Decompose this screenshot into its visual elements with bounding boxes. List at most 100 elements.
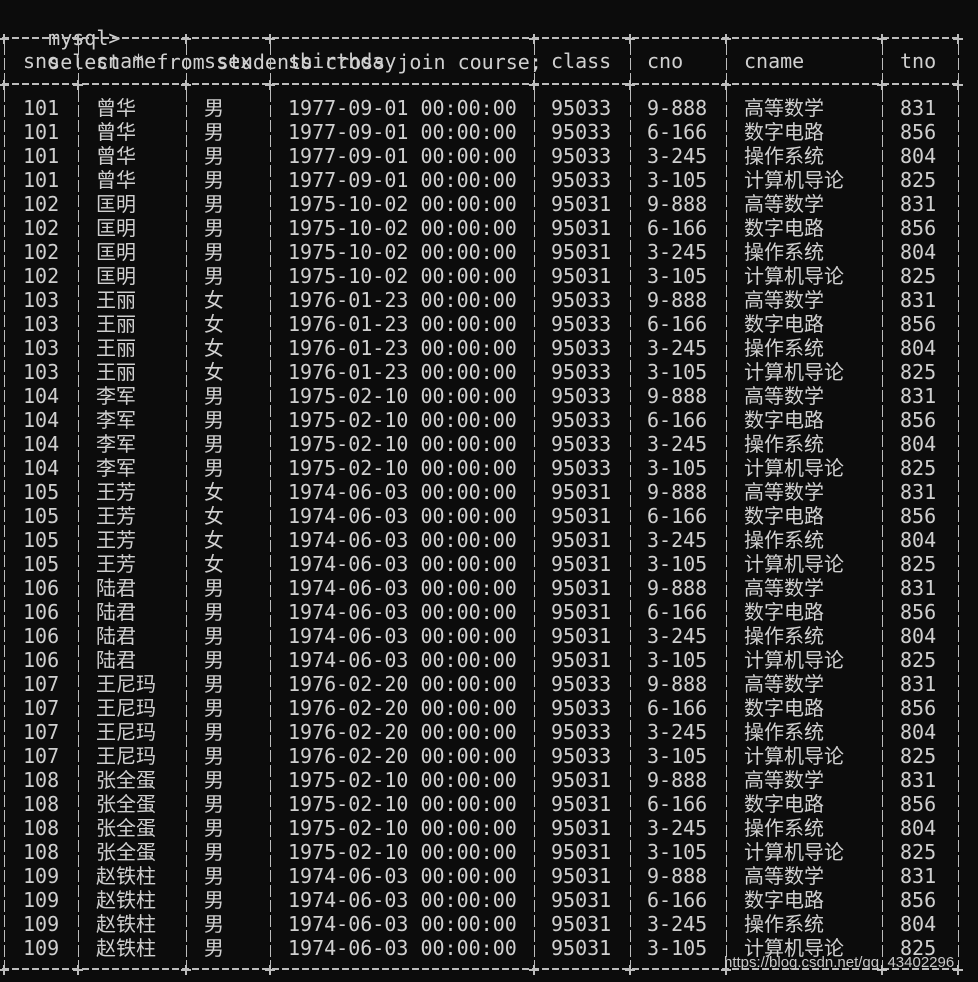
table-cell-cname: 数字电路 [744, 792, 824, 816]
table-cell-sname: 赵铁柱 [96, 888, 156, 912]
table-cell-tno: 804 [900, 432, 937, 456]
table-cell-class: 95033 [551, 408, 612, 432]
table-cell-class: 95031 [551, 240, 612, 264]
table-header-border [2, 83, 958, 85]
table-cell-cno: 3-245 [647, 912, 708, 936]
table-column-border [270, 43, 271, 80]
table-cell-sname: 匡明 [96, 192, 136, 216]
table-cell-sbirthday: 1974-06-03 00:00:00 [288, 624, 517, 648]
table-cell-sno: 105 [23, 552, 60, 576]
table-row: 105 王芳 女 1974-06-03 00:00:00 95031 9-888 高等数学 8… [0, 480, 978, 504]
table-cell-tno: 856 [900, 216, 937, 240]
table-cell-cno: 3-105 [647, 936, 708, 960]
table-cell-sbirthday: 1976-01-23 00:00:00 [288, 312, 517, 336]
table-cell-tno: 825 [900, 456, 937, 480]
table-cell-cno: 6-166 [647, 216, 708, 240]
table-cell-cname: 操作系统 [744, 720, 824, 744]
table-cell-ssex: 男 [204, 696, 224, 720]
table-cell-cno: 3-245 [647, 624, 708, 648]
table-cell-class: 95031 [551, 792, 612, 816]
table-cell-cno: 3-105 [647, 648, 708, 672]
table-cell-sname: 匡明 [96, 264, 136, 288]
table-cell-class: 95031 [551, 600, 612, 624]
table-cell-sname: 陆君 [96, 600, 136, 624]
table-row: 104 李军 男 1975-02-10 00:00:00 95033 9-888 高等数学 8… [0, 384, 978, 408]
table-cell-sname: 张全蛋 [96, 768, 156, 792]
command-line: mysql> select * from students cross join… [0, 2, 542, 74]
table-cell-ssex: 男 [204, 768, 224, 792]
table-cell-sbirthday: 1975-02-10 00:00:00 [288, 840, 517, 864]
table-cell-cno: 3-105 [647, 552, 708, 576]
table-cell-ssex: 男 [204, 888, 224, 912]
table-border-joint [0, 80, 9, 90]
table-cell-tno: 831 [900, 384, 937, 408]
table-cell-cname: 计算机导论 [744, 552, 844, 576]
table-cell-sbirthday: 1974-06-03 00:00:00 [288, 648, 517, 672]
table-cell-cname: 操作系统 [744, 528, 824, 552]
table-cell-cname: 数字电路 [744, 888, 824, 912]
table-row: 102 匡明 男 1975-10-02 00:00:00 95031 6-166 数字电路 8… [0, 216, 978, 240]
table-border-joint [181, 80, 191, 90]
table-cell-sno: 107 [23, 696, 60, 720]
table-cell-sno: 108 [23, 816, 60, 840]
table-cell-sno: 107 [23, 744, 60, 768]
table-cell-cno: 6-166 [647, 888, 708, 912]
table-cell-tno: 831 [900, 864, 937, 888]
table-cell-sno: 107 [23, 672, 60, 696]
table-row: 103 王丽 女 1976-01-23 00:00:00 95033 3-245 操作系统 8… [0, 336, 978, 360]
table-cell-cname: 高等数学 [744, 480, 824, 504]
table-cell-sno: 109 [23, 888, 60, 912]
table-cell-sbirthday: 1975-02-10 00:00:00 [288, 432, 517, 456]
table-cell-sname: 赵铁柱 [96, 912, 156, 936]
table-row: 104 李军 男 1975-02-10 00:00:00 95033 6-166 数字电路 8… [0, 408, 978, 432]
table-cell-sbirthday: 1977-09-01 00:00:00 [288, 144, 517, 168]
table-cell-sno: 102 [23, 240, 60, 264]
table-cell-tno: 831 [900, 288, 937, 312]
table-row: 101 曾华 男 1977-09-01 00:00:00 95033 3-245 操作系统 8… [0, 144, 978, 168]
table-row: 105 王芳 女 1974-06-03 00:00:00 95031 6-166 数字电路 8… [0, 504, 978, 528]
table-cell-cname: 操作系统 [744, 816, 824, 840]
table-cell-class: 95033 [551, 144, 612, 168]
table-cell-ssex: 男 [204, 96, 224, 120]
table-cell-class: 95033 [551, 456, 612, 480]
table-cell-sname: 曾华 [96, 168, 136, 192]
table-cell-sname: 李军 [96, 456, 136, 480]
table-cell-sno: 103 [23, 336, 60, 360]
table-cell-cname: 操作系统 [744, 432, 824, 456]
table-cell-tno: 856 [900, 888, 937, 912]
table-cell-sbirthday: 1974-06-03 00:00:00 [288, 504, 517, 528]
table-cell-sname: 曾华 [96, 96, 136, 120]
table-cell-sname: 陆君 [96, 576, 136, 600]
table-cell-class: 95031 [551, 624, 612, 648]
table-cell-class: 95031 [551, 936, 612, 960]
table-cell-ssex: 男 [204, 240, 224, 264]
table-row: 103 王丽 女 1976-01-23 00:00:00 95033 3-105 计算机导论… [0, 360, 978, 384]
table-cell-cno: 3-245 [647, 240, 708, 264]
table-row: 106 陆君 男 1974-06-03 00:00:00 95031 3-105 计算机导论… [0, 648, 978, 672]
table-row: 108 张全蛋 男 1975-02-10 00:00:00 95031 3-105 计算机导… [0, 840, 978, 864]
table-cell-sname: 张全蛋 [96, 816, 156, 840]
table-row: 109 赵铁柱 男 1974-06-03 00:00:00 95031 9-888 高等数学… [0, 864, 978, 888]
table-cell-cname: 高等数学 [744, 192, 824, 216]
table-cell-cno: 9-888 [647, 480, 708, 504]
table-cell-sname: 王芳 [96, 480, 136, 504]
table-cell-sno: 104 [23, 456, 60, 480]
table-border-joint [529, 80, 539, 90]
table-cell-sno: 101 [23, 120, 60, 144]
header-sname: sname [96, 49, 157, 73]
terminal-window[interactable]: mysql> select * from students cross join… [0, 0, 978, 982]
table-cell-sno: 107 [23, 720, 60, 744]
table-cell-cname: 计算机导论 [744, 744, 844, 768]
table-cell-tno: 825 [900, 840, 937, 864]
table-row: 102 匡明 男 1975-10-02 00:00:00 95031 9-888 高等数学 8… [0, 192, 978, 216]
table-cell-sbirthday: 1975-02-10 00:00:00 [288, 456, 517, 480]
table-cell-cno: 3-245 [647, 528, 708, 552]
table-cell-ssex: 女 [204, 552, 224, 576]
table-row: 107 王尼玛 男 1976-02-20 00:00:00 95033 3-105 计算机导… [0, 744, 978, 768]
table-row: 109 赵铁柱 男 1974-06-03 00:00:00 95031 6-166 数字电路… [0, 888, 978, 912]
table-cell-tno: 804 [900, 816, 937, 840]
table-cell-tno: 856 [900, 504, 937, 528]
table-cell-sname: 陆君 [96, 624, 136, 648]
table-cell-sbirthday: 1976-02-20 00:00:00 [288, 672, 517, 696]
table-cell-ssex: 男 [204, 576, 224, 600]
